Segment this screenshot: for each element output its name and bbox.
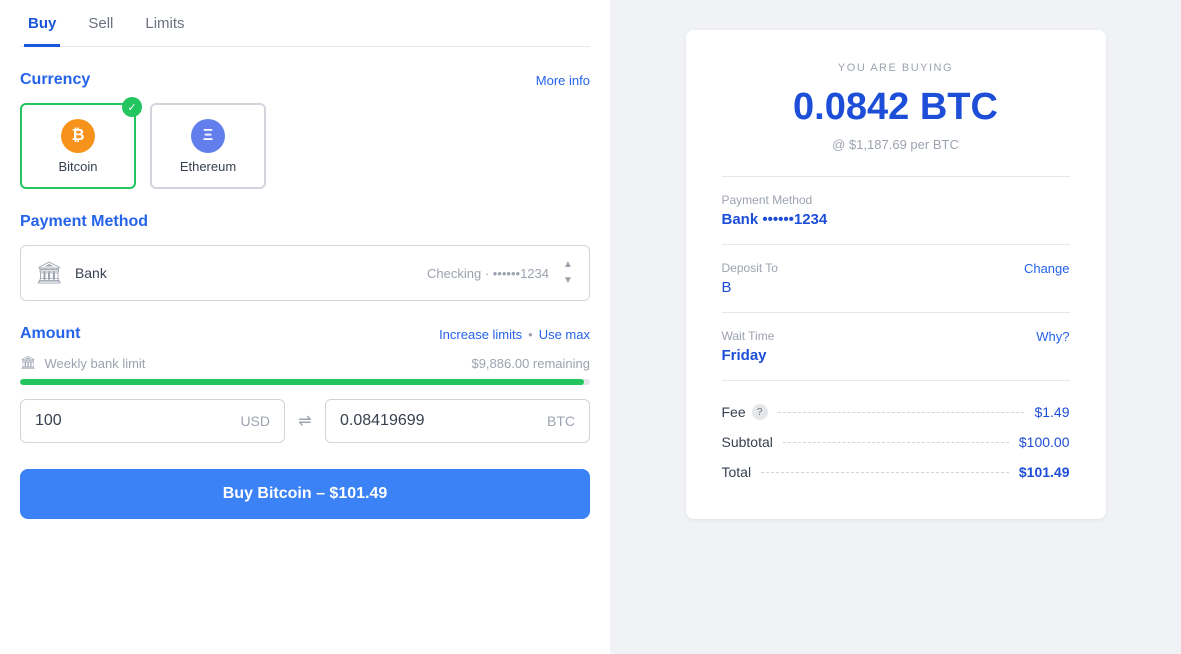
payment-method-value: Bank ••••••1234	[722, 211, 828, 228]
spinner-down: ▼	[561, 274, 575, 288]
wait-time-block: Wait Time Friday	[722, 329, 775, 364]
use-max-link[interactable]: Use max	[539, 327, 590, 342]
tab-limits[interactable]: Limits	[141, 1, 188, 47]
amount-section: Amount Increase limits • Use max 🏛 Weekl…	[20, 325, 590, 634]
ethereum-card[interactable]: Ξ Ethereum	[150, 103, 266, 189]
ethereum-icon: Ξ	[191, 119, 225, 153]
payment-section-title: Payment Method	[20, 213, 148, 231]
fee-row: Fee ? $1.49	[722, 397, 1070, 427]
progress-bar	[20, 379, 590, 385]
btc-value: 0.08419699	[340, 412, 425, 430]
deposit-to-label: Deposit To	[722, 261, 778, 275]
amount-links: Increase limits • Use max	[439, 327, 590, 342]
total-row: Total $101.49	[722, 457, 1070, 487]
fee-dots-2	[783, 442, 1009, 443]
deposit-to-block: Deposit To B	[722, 261, 778, 296]
spinner-up: ▲	[561, 258, 575, 272]
bitcoin-label: Bitcoin	[58, 159, 97, 174]
payment-left: 🏛 Bank	[35, 260, 107, 286]
payment-bank-detail: Checking · ••••••1234	[427, 266, 549, 281]
subtotal-amount: $100.00	[1019, 434, 1070, 450]
fee-question-icon[interactable]: ?	[752, 404, 768, 420]
why-link[interactable]: Why?	[1036, 329, 1069, 344]
usd-value: 100	[35, 412, 62, 430]
fee-dots-3	[761, 472, 1009, 473]
bank-limit-row: 🏛 Weekly bank limit $9,886.00 remaining	[20, 355, 590, 371]
tabs-bar: Buy Sell Limits	[20, 0, 590, 47]
fee-label: Fee ?	[722, 404, 768, 420]
change-link[interactable]: Change	[1024, 261, 1070, 276]
btc-amount-display: 0.0842 BTC	[722, 86, 1070, 129]
payment-section-header: Payment Method	[20, 213, 590, 231]
payment-spinner[interactable]: ▲ ▼	[561, 258, 575, 288]
deposit-to-row: Deposit To B Change	[722, 261, 1070, 296]
increase-limits-link[interactable]: Increase limits	[439, 327, 522, 342]
buy-button[interactable]: Buy Bitcoin – $101.49	[20, 469, 590, 519]
fee-amount: $1.49	[1034, 404, 1069, 420]
payment-bank-name: Bank	[75, 265, 107, 281]
total-label: Total	[722, 464, 752, 480]
divider-4	[722, 380, 1070, 381]
ethereum-label: Ethereum	[180, 159, 236, 174]
left-panel: Buy Sell Limits Currency More info ✓ ₿ B…	[0, 0, 610, 654]
wait-time-value: Friday	[722, 347, 775, 364]
payment-section: Payment Method 🏛 Bank Checking · ••••••1…	[20, 213, 590, 301]
you-are-buying-label: YOU ARE BUYING	[722, 62, 1070, 74]
bitcoin-card[interactable]: ✓ ₿ Bitcoin	[20, 103, 136, 189]
usd-input-box[interactable]: 100 USD	[20, 399, 285, 443]
usd-currency: USD	[240, 413, 270, 429]
progress-fill	[20, 379, 584, 385]
btc-rate-display: @ $1,187.69 per BTC	[722, 137, 1070, 152]
more-info-link[interactable]: More info	[536, 73, 590, 88]
divider-3	[722, 312, 1070, 313]
dot-separator: •	[528, 327, 533, 342]
bank-limit-left: 🏛 Weekly bank limit	[20, 355, 145, 371]
wait-time-label: Wait Time	[722, 329, 775, 343]
currency-cards: ✓ ₿ Bitcoin Ξ Ethereum	[20, 103, 590, 189]
divider-2	[722, 244, 1070, 245]
payment-method-block: Payment Method Bank ••••••1234	[722, 193, 828, 228]
btc-input-box[interactable]: 0.08419699 BTC	[325, 399, 590, 443]
tab-sell[interactable]: Sell	[84, 1, 117, 47]
bitcoin-selected-badge: ✓	[122, 97, 142, 117]
divider-1	[722, 176, 1070, 177]
subtotal-label: Subtotal	[722, 434, 773, 450]
wait-time-row: Wait Time Friday Why?	[722, 329, 1070, 364]
total-amount: $101.49	[1019, 464, 1070, 480]
amount-section-title: Amount	[20, 325, 80, 343]
amount-inputs: 100 USD ⇌ 0.08419699 BTC	[20, 399, 590, 443]
payment-method-row: Payment Method Bank ••••••1234	[722, 193, 1070, 228]
bank-icon: 🏛	[35, 260, 63, 286]
fee-section: Fee ? $1.49 Subtotal $100.00 Total $101.…	[722, 397, 1070, 487]
amount-section-header: Amount Increase limits • Use max	[20, 325, 590, 343]
subtotal-row: Subtotal $100.00	[722, 427, 1070, 457]
swap-icon: ⇌	[295, 411, 315, 431]
bank-limit-icon: 🏛	[20, 355, 37, 371]
payment-method-label: Payment Method	[722, 193, 828, 207]
summary-card: YOU ARE BUYING 0.0842 BTC @ $1,187.69 pe…	[686, 30, 1106, 519]
bank-limit-remaining: $9,886.00 remaining	[471, 356, 590, 371]
currency-section-title: Currency	[20, 71, 90, 89]
bank-limit-label: Weekly bank limit	[45, 356, 146, 371]
right-panel: YOU ARE BUYING 0.0842 BTC @ $1,187.69 pe…	[610, 0, 1181, 654]
bitcoin-icon: ₿	[61, 119, 95, 153]
tab-buy[interactable]: Buy	[24, 1, 60, 47]
currency-section-header: Currency More info	[20, 71, 590, 89]
btc-currency: BTC	[547, 413, 575, 429]
payment-right: Checking · ••••••1234 ▲ ▼	[427, 258, 575, 288]
fee-dots-1	[778, 412, 1025, 413]
payment-method-dropdown[interactable]: 🏛 Bank Checking · ••••••1234 ▲ ▼	[20, 245, 590, 301]
fee-text: Fee	[722, 404, 746, 420]
deposit-to-value: B	[722, 279, 778, 296]
